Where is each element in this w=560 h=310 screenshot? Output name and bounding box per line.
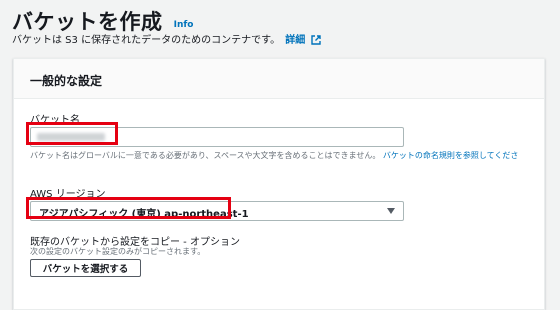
page-description: バケットは S3 に保存されたデータのためのコンテナです。 詳細: [12, 31, 322, 46]
external-link-icon[interactable]: [311, 35, 322, 45]
panel-title: 一般的な設定: [14, 59, 544, 99]
naming-rules-link[interactable]: バケットの命名規則を参照してくださ: [383, 151, 519, 160]
general-settings-panel: 一般的な設定 バケット名 バケット名はグローバルに一意である必要があり、スペース…: [13, 58, 545, 310]
bucket-name-label: バケット名: [30, 115, 80, 126]
details-link[interactable]: 詳細: [285, 35, 305, 46]
region-select[interactable]: アジアパシフィック (東京) ap-northeast-1: [30, 201, 404, 221]
bucket-name-hint: バケット名はグローバルに一意である必要があり、スペースや大文字を含めることはでき…: [30, 150, 530, 161]
blurred-bucket-name: [37, 133, 105, 141]
info-link[interactable]: Info: [174, 20, 194, 30]
dropdown-caret-icon: [387, 208, 395, 214]
region-label: AWS リージョン: [30, 189, 106, 200]
copy-settings-description: 次の設定のバケット設定のみがコピーされます。: [30, 247, 206, 256]
bucket-name-hint-text: バケット名はグローバルに一意である必要があり、スペースや大文字を含めることはでき…: [30, 151, 381, 160]
bucket-name-input[interactable]: [30, 127, 404, 147]
choose-bucket-button[interactable]: バケットを選択する: [30, 259, 141, 277]
region-selected-value: アジアパシフィック (東京) ap-northeast-1: [39, 209, 249, 220]
description-text: バケットは S3 に保存されたデータのためのコンテナです。: [12, 35, 281, 46]
